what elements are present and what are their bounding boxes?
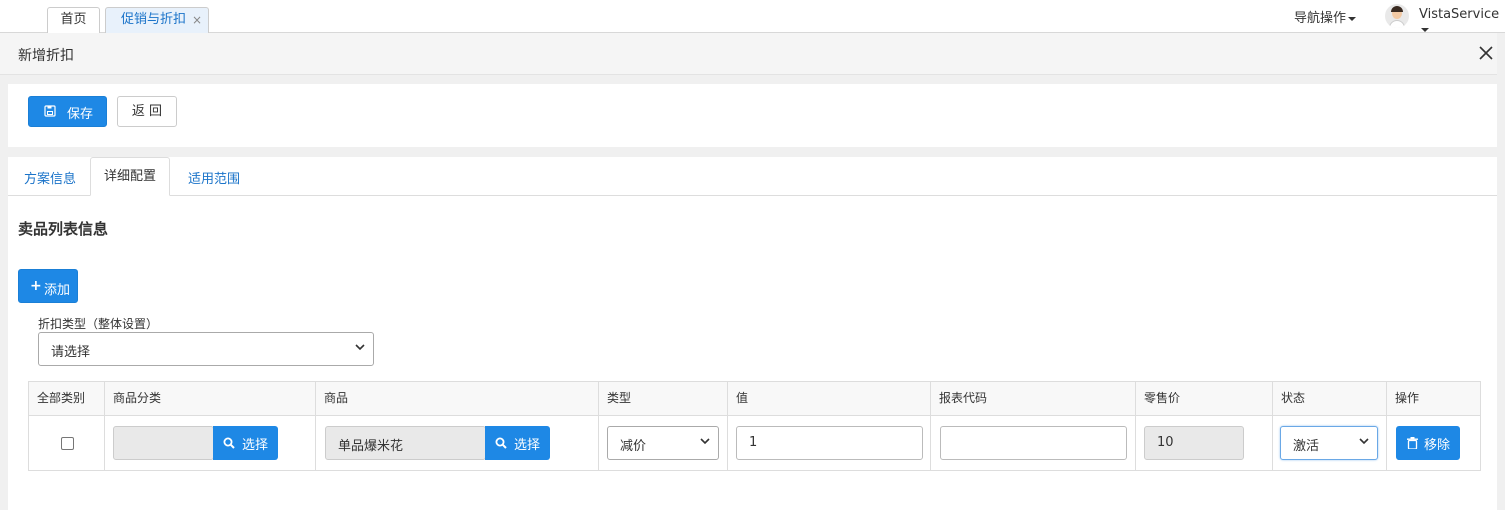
- content-panel: 方案信息 详细配置 适用范围 卖品列表信息 + 添加 折扣类型（整体设置） 请选…: [8, 157, 1497, 510]
- retail-price-input: 10: [1144, 426, 1244, 460]
- tab-close-icon[interactable]: ×: [192, 8, 202, 32]
- category-select-label: 选择: [242, 438, 269, 453]
- col-header-value: 值: [728, 382, 931, 416]
- remove-button-label: 移除: [1424, 438, 1451, 453]
- status-value: 激活: [1293, 439, 1320, 454]
- row-checkbox[interactable]: [61, 437, 74, 450]
- user-name: VistaService: [1419, 7, 1500, 22]
- page-title: 新增折扣: [18, 48, 74, 64]
- add-button-label: 添加: [44, 283, 71, 298]
- status-select[interactable]: 激活: [1280, 426, 1378, 460]
- value-input[interactable]: 1: [736, 426, 923, 460]
- tab-promotions-label: 促销与折扣: [121, 12, 187, 27]
- col-header-report-code: 报表代码: [931, 382, 1136, 416]
- col-header-type: 类型: [599, 382, 728, 416]
- search-icon: [223, 437, 235, 449]
- section-title: 卖品列表信息: [18, 220, 109, 238]
- save-button[interactable]: 保存: [28, 96, 107, 127]
- nav-operations-dropdown[interactable]: 导航操作: [1294, 7, 1357, 26]
- discount-type-select[interactable]: 请选择: [38, 332, 374, 366]
- save-button-label: 保存: [67, 107, 94, 122]
- page-tabs: 方案信息 详细配置 适用范围: [8, 157, 1497, 196]
- value-text: 1: [749, 435, 758, 450]
- col-header-status: 状态: [1273, 382, 1387, 416]
- col-header-actions: 操作: [1387, 382, 1480, 416]
- search-icon: [495, 437, 507, 449]
- caret-down-icon: [1421, 27, 1429, 32]
- discount-type-value: 请选择: [51, 345, 91, 360]
- top-bar: 首页 促销与折扣 × 导航操作 VistaService: [0, 0, 1505, 33]
- category-select-button[interactable]: 选择: [213, 426, 278, 460]
- panel-header: 新增折扣: [0, 33, 1505, 75]
- tab-scope[interactable]: 适用范围: [188, 168, 240, 187]
- add-button[interactable]: + 添加: [18, 269, 78, 303]
- tab-promotions[interactable]: 促销与折扣 ×: [105, 7, 209, 33]
- back-button[interactable]: 返 回: [117, 96, 177, 127]
- left-gutter: [0, 75, 8, 510]
- col-header-retail-price: 零售价: [1136, 382, 1273, 416]
- col-header-product: 商品: [316, 382, 599, 416]
- tab-plan-info[interactable]: 方案信息: [24, 168, 76, 187]
- chevron-down-icon: [700, 438, 710, 445]
- remove-button[interactable]: 移除: [1396, 426, 1460, 460]
- col-header-all: 全部类别: [29, 382, 105, 416]
- category-input: [113, 426, 214, 460]
- col-header-category: 商品分类: [105, 382, 316, 416]
- type-value: 减价: [620, 439, 647, 454]
- product-input: 单品爆米花: [325, 426, 486, 460]
- tab-home[interactable]: 首页: [47, 7, 100, 33]
- avatar[interactable]: [1385, 4, 1409, 28]
- plus-icon: +: [30, 278, 42, 294]
- chevron-down-icon: [1359, 438, 1369, 445]
- caret-down-icon: [1348, 16, 1357, 21]
- product-select-label: 选择: [514, 438, 541, 453]
- save-icon: [44, 105, 56, 117]
- nav-operations-label: 导航操作: [1294, 11, 1347, 26]
- tab-detail-config[interactable]: 详细配置: [90, 157, 170, 196]
- chevron-down-icon: [355, 344, 365, 351]
- action-bar: 保存 返 回: [8, 84, 1497, 147]
- scrollbar[interactable]: [1497, 33, 1505, 510]
- discount-type-label: 折扣类型（整体设置）: [38, 317, 159, 331]
- trash-icon: [1407, 437, 1418, 449]
- close-icon[interactable]: [1477, 44, 1495, 62]
- report-code-input[interactable]: [940, 426, 1127, 460]
- product-table: 全部类别 商品分类 商品 类型 值 报表代码 零售价 状态 操作 选择 单品爆米…: [28, 381, 1481, 471]
- product-value: 单品爆米花: [338, 439, 404, 454]
- retail-price-text: 10: [1157, 435, 1174, 450]
- type-select[interactable]: 减价: [607, 426, 719, 460]
- product-select-button[interactable]: 选择: [485, 426, 550, 460]
